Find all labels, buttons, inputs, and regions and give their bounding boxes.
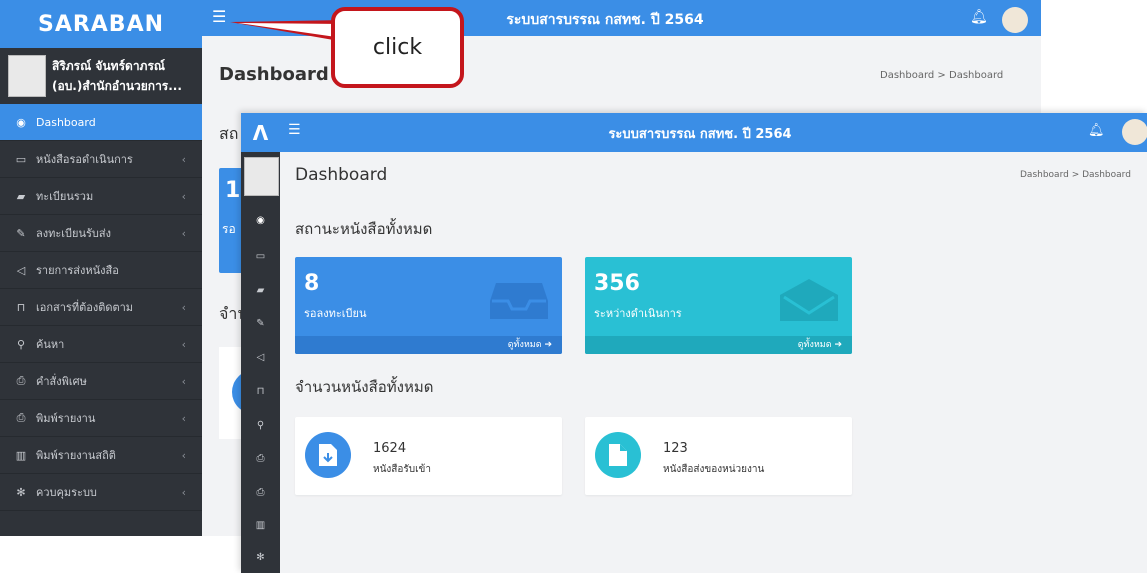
send-icon[interactable]: ◁: [241, 352, 280, 363]
inbox-icon: [490, 283, 548, 319]
sidebar-item-dashboard[interactable]: ◉ Dashboard: [0, 104, 202, 141]
user-avatar: [244, 157, 279, 196]
book-icon[interactable]: ▰: [241, 285, 280, 296]
pending-card-label: รอ: [222, 222, 236, 236]
search-icon[interactable]: ⚲: [241, 420, 280, 431]
sidebar-item-registry[interactable]: ▰ ทะเบียนรวม ‹: [0, 178, 202, 215]
user-org: (อบ.)สำนักอำนวยการ...: [52, 79, 182, 93]
file-download-icon: [305, 432, 351, 478]
dashboard-icon[interactable]: ◉: [241, 215, 280, 226]
chevron-left-icon: ‹: [181, 226, 186, 240]
edit-icon[interactable]: ✎: [241, 318, 280, 329]
print-icon: ⎙: [16, 374, 26, 387]
print-icon[interactable]: ⎙: [241, 487, 280, 498]
section-heading-count: จำนวนหนังสือทั้งหมด: [295, 378, 434, 396]
pending-count: 8: [304, 271, 320, 296]
file-icon: [595, 432, 641, 478]
chevron-left-icon: ‹: [181, 337, 186, 351]
book-icon: ▰: [16, 189, 26, 203]
sidebar-item-label: รายการส่งหนังสือ: [36, 264, 119, 277]
search-icon: ⚲: [16, 337, 26, 351]
sidebar-item-special-orders[interactable]: ⎙ คำสั่งพิเศษ ‹: [0, 363, 202, 400]
chevron-left-icon: ‹: [181, 189, 186, 203]
incoming-docs-card[interactable]: 1624 หนังสือรับเข้า: [295, 417, 562, 495]
in-progress-label: ระหว่างดำเนินการ: [594, 307, 682, 320]
sidebar-item-followup[interactable]: ⊓ เอกสารที่ต้องติดตาม ‹: [0, 289, 202, 326]
section-heading-status: สถ: [219, 124, 239, 143]
pending-registration-card[interactable]: 8 รอลงทะเบียน ดูทั้งหมด ➔: [295, 257, 562, 354]
page-title: Dashboard: [295, 165, 388, 185]
header-title: ระบบสารบรรณ กสทช. ปี 2564: [506, 12, 704, 28]
chevron-left-icon: ‹: [181, 300, 186, 314]
sidebar-item-label: คำสั่งพิเศษ: [36, 375, 87, 388]
dashboard-icon: ◉: [16, 115, 26, 129]
edit-icon: ✎: [16, 226, 26, 240]
print-icon: ⎙: [16, 411, 26, 424]
incoming-label: หนังสือรับเข้า: [373, 464, 432, 475]
click-callout: click: [331, 7, 464, 88]
pending-card-count: 1: [225, 178, 241, 203]
menu-toggle-icon[interactable]: ☰: [288, 122, 301, 138]
profile-avatar[interactable]: [1002, 7, 1028, 33]
sidebar-item-label: ลงทะเบียนรับส่ง: [36, 227, 111, 240]
sidebar-item-label: ควบคุมระบบ: [36, 486, 97, 499]
profile-avatar[interactable]: [1122, 119, 1147, 145]
chart-icon[interactable]: ▥: [241, 520, 280, 531]
header-title: ระบบสารบรรณ กสทช. ปี 2564: [608, 127, 792, 142]
send-icon: ◁: [16, 263, 26, 277]
chart-icon: ▥: [15, 448, 27, 462]
sidebar-item-print-report[interactable]: ⎙ พิมพ์รายงาน ‹: [0, 400, 202, 437]
envelope-icon: [780, 279, 838, 321]
sidebar-item-label: เอกสารที่ต้องติดตาม: [36, 301, 134, 314]
inbox-icon: ▭: [15, 152, 27, 166]
sidebar-item-label: ทะเบียนรวม: [36, 190, 94, 203]
section-heading-status: สถานะหนังสือทั้งหมด: [295, 220, 433, 238]
sidebar-item-label: พิมพ์รายงานสถิติ: [36, 449, 116, 462]
outgoing-label: หนังสือส่งของหน่วยงาน: [663, 464, 765, 475]
outgoing-count: 123: [663, 441, 688, 456]
view-all-link[interactable]: ดูทั้งหมด ➔: [295, 336, 562, 354]
chevron-left-icon: ‹: [181, 411, 186, 425]
breadcrumb[interactable]: Dashboard > Dashboard: [880, 70, 1003, 81]
chevron-left-icon: ‹: [181, 152, 186, 166]
pending-label: รอลงทะเบียน: [304, 307, 367, 320]
sidebar-item-label: ค้นหา: [36, 338, 65, 351]
gear-icon[interactable]: ✻: [241, 552, 280, 563]
sidebar-item-pending[interactable]: ▭ หนังสือรอดำเนินการ ‹: [0, 141, 202, 178]
outgoing-docs-card[interactable]: 123 หนังสือส่งของหน่วยงาน: [585, 417, 852, 495]
view-all-link[interactable]: ดูทั้งหมด ➔: [585, 336, 852, 354]
sidebar-item-label: พิมพ์รายงาน: [36, 412, 96, 425]
gear-icon: ✻: [16, 485, 26, 499]
chevron-left-icon: ‹: [181, 485, 186, 499]
app-logo[interactable]: SARABAN: [0, 0, 202, 48]
print-icon[interactable]: ⎙: [241, 453, 280, 464]
bell-icon[interactable]: 🔔︎: [1088, 123, 1105, 138]
chevron-left-icon: ‹: [181, 448, 186, 462]
page-title: Dashboard: [219, 64, 329, 85]
bookmark-icon: ⊓: [16, 300, 26, 314]
sidebar-item-label: Dashboard: [36, 115, 96, 129]
sidebar-item-system[interactable]: ✻ ควบคุมระบบ ‹: [0, 474, 202, 511]
bell-icon[interactable]: 🔔︎: [970, 9, 988, 25]
chevron-left-icon: ‹: [181, 374, 186, 388]
sidebar-item-send-list[interactable]: ◁ รายการส่งหนังสือ: [0, 252, 202, 289]
app-logo-collapsed[interactable]: Λ: [241, 113, 280, 152]
sidebar-item-search[interactable]: ⚲ ค้นหา ‹: [0, 326, 202, 363]
in-progress-card[interactable]: 356 ระหว่างดำเนินการ ดูทั้งหมด ➔: [585, 257, 852, 354]
inbox-icon[interactable]: ▭: [241, 251, 280, 262]
in-progress-count: 356: [594, 271, 640, 296]
bookmark-icon[interactable]: ⊓: [241, 386, 280, 397]
user-avatar: [8, 55, 46, 97]
incoming-count: 1624: [373, 441, 407, 456]
breadcrumb[interactable]: Dashboard > Dashboard: [1020, 170, 1131, 180]
user-name: สิริภรณ์ จันทร์ดาภรณ์: [52, 59, 166, 73]
sidebar-item-statistics[interactable]: ▥ พิมพ์รายงานสถิติ ‹: [0, 437, 202, 474]
sidebar-item-label: หนังสือรอดำเนินการ: [36, 153, 133, 166]
sidebar-item-register[interactable]: ✎ ลงทะเบียนรับส่ง ‹: [0, 215, 202, 252]
